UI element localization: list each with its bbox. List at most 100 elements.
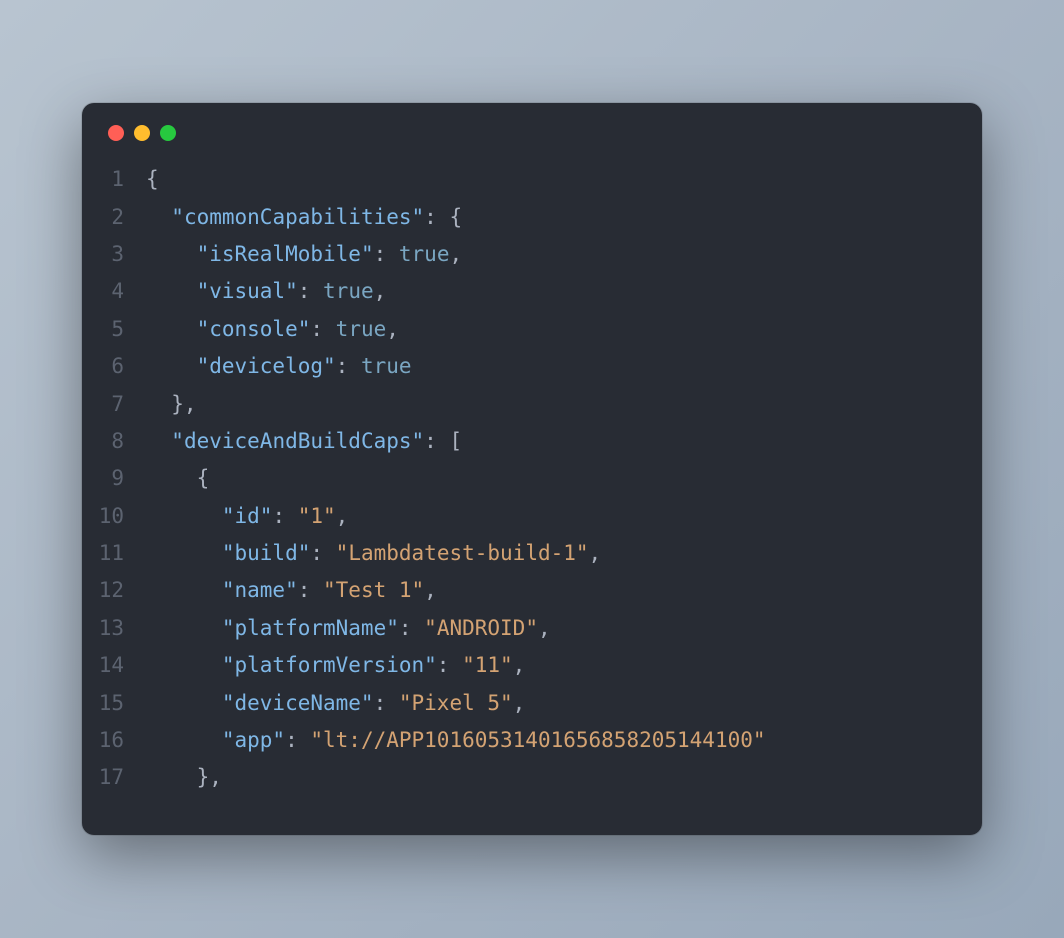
code-token — [146, 728, 222, 752]
code-token — [146, 279, 197, 303]
line-number: 11 — [82, 535, 146, 572]
code-line: 13 "platformName": "ANDROID", — [82, 610, 954, 647]
code-token: true — [399, 242, 450, 266]
line-number: 4 — [82, 273, 146, 310]
code-token — [146, 691, 222, 715]
line-number: 10 — [82, 498, 146, 535]
code-token: "Test 1" — [323, 578, 424, 602]
code-token: : — [374, 691, 399, 715]
code-token: "commonCapabilities" — [171, 205, 424, 229]
code-token: "name" — [222, 578, 298, 602]
code-token: "11" — [462, 653, 513, 677]
code-token: , — [386, 317, 399, 341]
close-icon[interactable] — [108, 125, 124, 141]
line-number: 2 — [82, 199, 146, 236]
code-token: : { — [424, 205, 462, 229]
line-number: 5 — [82, 311, 146, 348]
line-number: 12 — [82, 572, 146, 609]
code-line: 9 { — [82, 460, 954, 497]
code-token: "visual" — [197, 279, 298, 303]
code-token: "console" — [197, 317, 311, 341]
code-token: : — [272, 504, 297, 528]
code-token — [146, 242, 197, 266]
code-line: 10 "id": "1", — [82, 498, 954, 535]
code-token: "devicelog" — [197, 354, 336, 378]
code-token: "isRealMobile" — [197, 242, 374, 266]
line-number: 8 — [82, 423, 146, 460]
code-token: : — [285, 728, 310, 752]
code-token: , — [589, 541, 602, 565]
code-token: "lt://APP10160531401656858205144100" — [310, 728, 765, 752]
line-number: 17 — [82, 759, 146, 796]
code-token — [146, 616, 222, 640]
code-line: 17 }, — [82, 759, 954, 796]
code-line: 15 "deviceName": "Pixel 5", — [82, 685, 954, 722]
line-content: "deviceAndBuildCaps": [ — [146, 423, 462, 460]
maximize-icon[interactable] — [160, 125, 176, 141]
code-token — [146, 653, 222, 677]
minimize-icon[interactable] — [134, 125, 150, 141]
code-token: : — [298, 279, 323, 303]
code-token: "id" — [222, 504, 273, 528]
code-token: : — [310, 541, 335, 565]
code-token — [146, 541, 222, 565]
line-content: "build": "Lambdatest-build-1", — [146, 535, 601, 572]
code-token: "platformName" — [222, 616, 399, 640]
code-token: : — [399, 616, 424, 640]
code-token: "ANDROID" — [424, 616, 538, 640]
code-token: true — [323, 279, 374, 303]
line-number: 1 — [82, 161, 146, 198]
code-line: 3 "isRealMobile": true, — [82, 236, 954, 273]
code-token: : — [374, 242, 399, 266]
code-token: "build" — [222, 541, 311, 565]
code-token: { — [146, 466, 209, 490]
line-number: 13 — [82, 610, 146, 647]
line-content: "commonCapabilities": { — [146, 199, 462, 236]
code-token: "deviceAndBuildCaps" — [171, 429, 424, 453]
code-token: true — [361, 354, 412, 378]
line-content: "devicelog": true — [146, 348, 412, 385]
code-token: "app" — [222, 728, 285, 752]
line-number: 7 — [82, 386, 146, 423]
code-token: }, — [146, 765, 222, 789]
line-content: "id": "1", — [146, 498, 348, 535]
code-token: , — [513, 653, 526, 677]
line-content: { — [146, 460, 209, 497]
window-titlebar — [82, 103, 982, 151]
code-token: "deviceName" — [222, 691, 374, 715]
code-token: "1" — [298, 504, 336, 528]
code-token: , — [513, 691, 526, 715]
line-content: "deviceName": "Pixel 5", — [146, 685, 525, 722]
code-token: "Lambdatest-build-1" — [336, 541, 589, 565]
line-number: 3 — [82, 236, 146, 273]
code-editor[interactable]: 1{2 "commonCapabilities": {3 "isRealMobi… — [82, 151, 982, 806]
code-token — [146, 504, 222, 528]
line-content: "platformName": "ANDROID", — [146, 610, 551, 647]
code-window: 1{2 "commonCapabilities": {3 "isRealMobi… — [82, 103, 982, 834]
code-token — [146, 317, 197, 341]
line-content: "app": "lt://APP101605314016568582051441… — [146, 722, 766, 759]
code-token: : — [310, 317, 335, 341]
code-token: , — [424, 578, 437, 602]
line-number: 15 — [82, 685, 146, 722]
line-content: }, — [146, 386, 197, 423]
code-token — [146, 354, 197, 378]
code-token: "Pixel 5" — [399, 691, 513, 715]
code-token: true — [336, 317, 387, 341]
line-content: "platformVersion": "11", — [146, 647, 525, 684]
line-content: }, — [146, 759, 222, 796]
code-token: , — [336, 504, 349, 528]
code-token: { — [146, 167, 159, 191]
code-token: , — [374, 279, 387, 303]
code-token: : [ — [424, 429, 462, 453]
code-line: 16 "app": "lt://APP101605314016568582051… — [82, 722, 954, 759]
code-line: 11 "build": "Lambdatest-build-1", — [82, 535, 954, 572]
code-token: }, — [146, 392, 197, 416]
line-number: 14 — [82, 647, 146, 684]
line-number: 9 — [82, 460, 146, 497]
code-token: : — [437, 653, 462, 677]
line-content: "console": true, — [146, 311, 399, 348]
line-content: "visual": true, — [146, 273, 386, 310]
line-number: 16 — [82, 722, 146, 759]
code-line: 1{ — [82, 161, 954, 198]
